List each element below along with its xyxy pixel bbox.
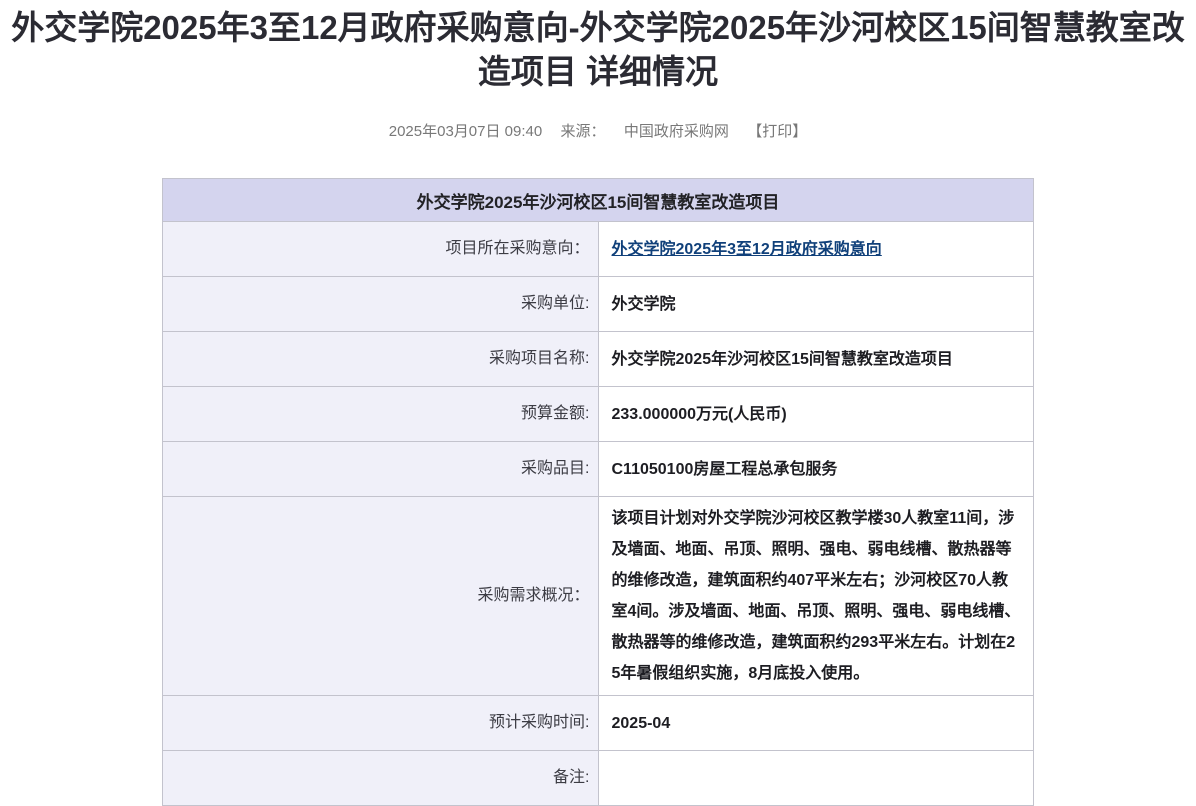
row-label: 项目所在采购意向： [163,222,599,277]
detail-table: 外交学院2025年沙河校区15间智慧教室改造项目 项目所在采购意向： 外交学院2… [162,178,1034,806]
table-row-project-name: 采购项目名称: 外交学院2025年沙河校区15间智慧教室改造项目 [163,332,1034,387]
meta-line: 2025年03月07日 09:40 来源： 中国政府采购网 【打印】 [0,120,1196,141]
row-label: 预计采购时间: [163,696,599,751]
table-row-category: 采购品目: C11050100房屋工程总承包服务 [163,442,1034,497]
table-row-expected-time: 预计采购时间: 2025-04 [163,696,1034,751]
row-value [598,751,1034,806]
row-value: 该项目计划对外交学院沙河校区教学楼30人教室11间，涉及墙面、地面、吊顶、照明、… [598,497,1034,696]
table-header-row: 外交学院2025年沙河校区15间智慧教室改造项目 [163,179,1034,222]
source-name: 中国政府采购网 [624,123,729,140]
row-value: 233.000000万元(人民币) [598,387,1034,442]
row-label: 采购单位: [163,277,599,332]
row-label: 采购需求概况： [163,497,599,696]
row-label: 采购品目: [163,442,599,497]
row-value: 2025-04 [598,696,1034,751]
row-value: 外交学院 [598,277,1034,332]
table-title: 外交学院2025年沙河校区15间智慧教室改造项目 [163,179,1034,222]
print-button[interactable]: 【打印】 [747,123,807,140]
detail-table-container: 外交学院2025年沙河校区15间智慧教室改造项目 项目所在采购意向： 外交学院2… [162,178,1034,806]
page: 外交学院2025年3至12月政府采购意向-外交学院2025年沙河校区15间智慧教… [0,0,1196,806]
table-row-demand-overview: 采购需求概况： 该项目计划对外交学院沙河校区教学楼30人教室11间，涉及墙面、地… [163,497,1034,696]
table-row-remarks: 备注: [163,751,1034,806]
source-label: 来源： [561,123,606,140]
row-label: 预算金额: [163,387,599,442]
row-label: 备注: [163,751,599,806]
row-label: 采购项目名称: [163,332,599,387]
table-row-parent-intention: 项目所在采购意向： 外交学院2025年3至12月政府采购意向 [163,222,1034,277]
table-row-budget: 预算金额: 233.000000万元(人民币) [163,387,1034,442]
table-row-purchaser: 采购单位: 外交学院 [163,277,1034,332]
page-title: 外交学院2025年3至12月政府采购意向-外交学院2025年沙河校区15间智慧教… [2,0,1194,93]
row-value: 外交学院2025年沙河校区15间智慧教室改造项目 [598,332,1034,387]
row-value: C11050100房屋工程总承包服务 [598,442,1034,497]
parent-intention-link[interactable]: 外交学院2025年3至12月政府采购意向 [612,241,882,258]
row-value: 外交学院2025年3至12月政府采购意向 [598,222,1034,277]
publish-datetime: 2025年03月07日 09:40 [389,123,542,140]
